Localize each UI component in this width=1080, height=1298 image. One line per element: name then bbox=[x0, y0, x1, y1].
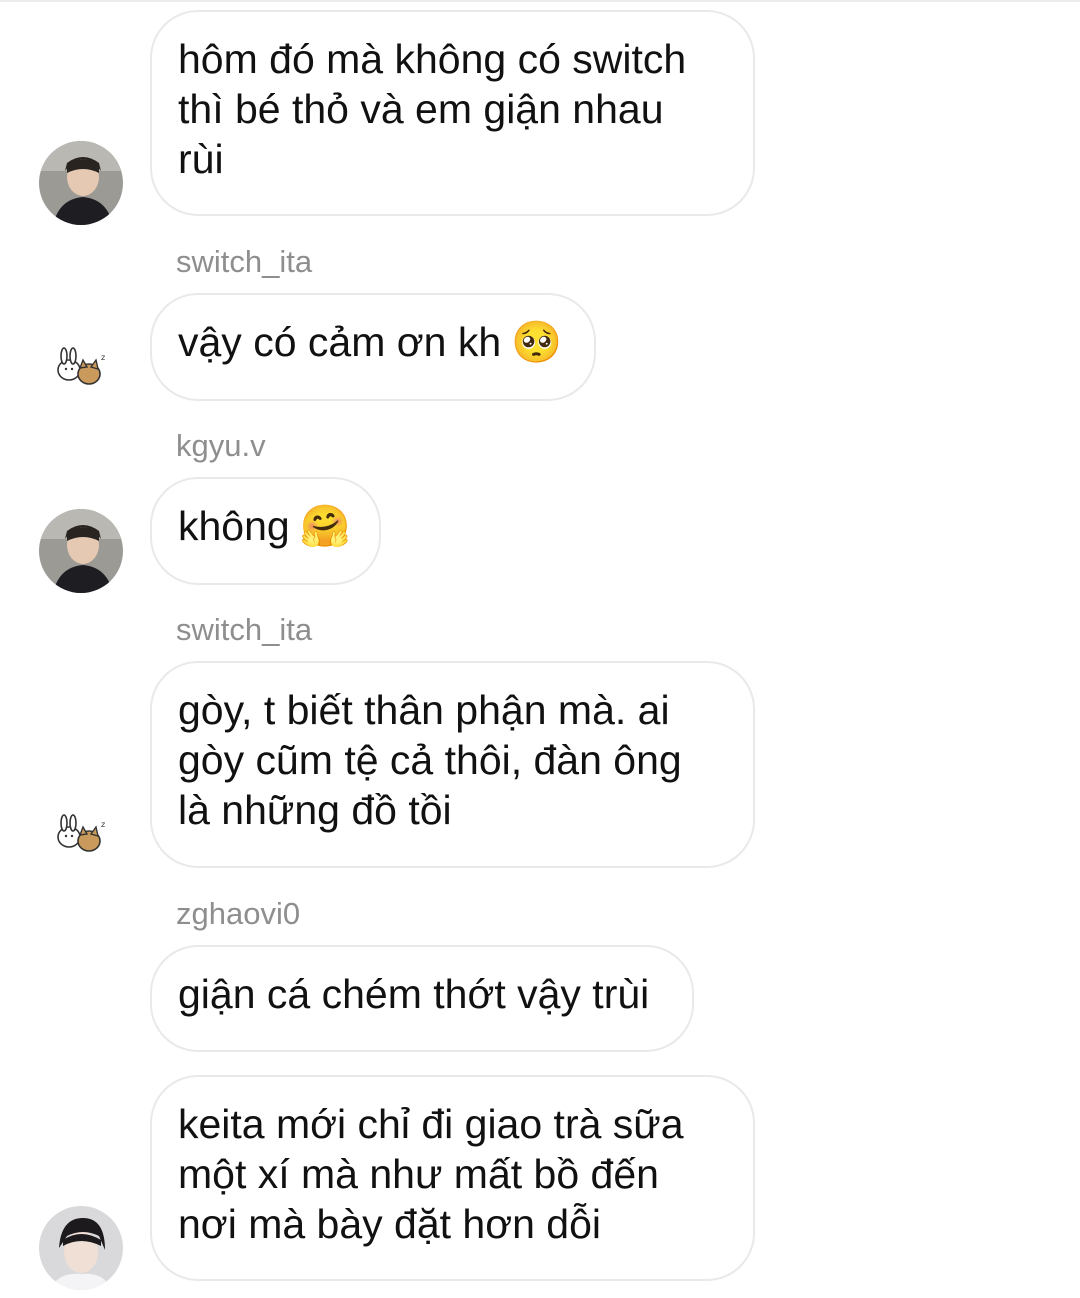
top-divider bbox=[0, 0, 1080, 2]
message-text-line: là những đồ tồi bbox=[178, 787, 452, 833]
message-text-line: rùi bbox=[178, 136, 224, 182]
pleading-face-emoji-icon: 🥺 bbox=[511, 318, 563, 366]
user-avatar[interactable]: z bbox=[39, 326, 123, 410]
message-text-line: thì bé thỏ và em giận nhau bbox=[178, 86, 664, 132]
sender-username: switch_ita bbox=[176, 612, 313, 647]
message-text-line: giận cá chém thớt vậy trùi bbox=[178, 971, 650, 1017]
message-text-line: keita mới chỉ đi giao trà sữa bbox=[178, 1101, 684, 1147]
message-bubble[interactable]: hôm đó mà không có switch thì bé thỏ và … bbox=[150, 10, 755, 216]
sender-username: kgyu.v bbox=[176, 428, 266, 463]
svg-text:z: z bbox=[101, 353, 105, 362]
message-bubble[interactable]: vậy có cảm ơn kh 🥺 bbox=[150, 293, 596, 401]
sender-username: switch_ita bbox=[176, 244, 313, 279]
user-avatar[interactable]: z bbox=[39, 793, 123, 877]
message-bubble[interactable]: giận cá chém thớt vậy trùi bbox=[150, 945, 694, 1052]
message-text-line: hôm đó mà không có switch bbox=[178, 36, 687, 82]
sender-username: zghaovi0 bbox=[176, 896, 301, 931]
message-text-line: gòy cũm tệ cả thôi, đàn ông bbox=[178, 737, 682, 783]
message-text-line: không 🤗 bbox=[178, 502, 351, 550]
hugging-face-emoji-icon: 🤗 bbox=[299, 502, 351, 550]
message-text-line: một xí mà như mất bồ đến bbox=[178, 1151, 659, 1197]
svg-text:z: z bbox=[101, 820, 105, 829]
message-bubble[interactable]: không 🤗 bbox=[150, 477, 381, 585]
user-avatar[interactable] bbox=[39, 509, 123, 593]
user-avatar[interactable] bbox=[39, 141, 123, 225]
message-bubble[interactable]: gòy, t biết thân phận mà. ai gòy cũm tệ … bbox=[150, 661, 755, 868]
message-bubble[interactable]: keita mới chỉ đi giao trà sữa một xí mà … bbox=[150, 1075, 755, 1281]
user-avatar[interactable] bbox=[39, 1206, 123, 1290]
message-text-line: nơi mà bày đặt hơn dỗi bbox=[178, 1201, 602, 1247]
message-text-line: gòy, t biết thân phận mà. ai bbox=[178, 687, 670, 733]
message-text-line: vậy có cảm ơn kh 🥺 bbox=[178, 318, 563, 366]
